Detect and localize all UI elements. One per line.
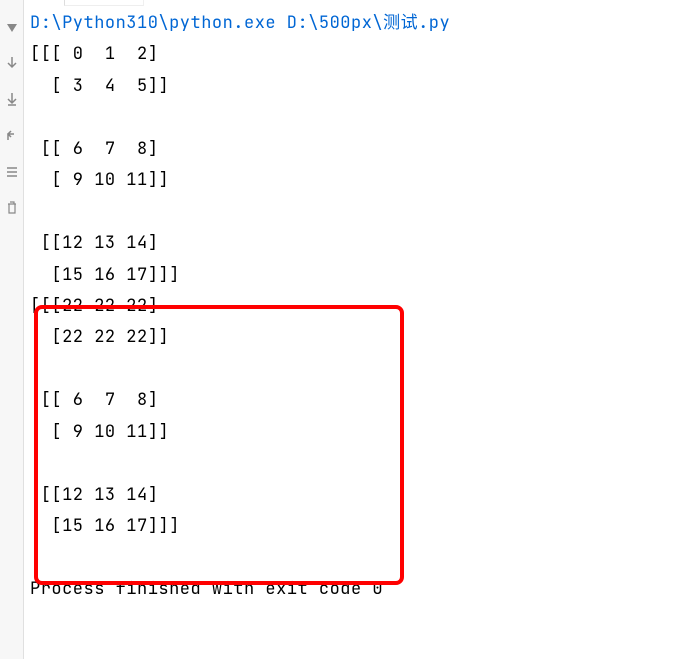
output-line (30, 102, 685, 133)
output-line: [[12 13 14] (30, 480, 685, 511)
array-output-1: [[[ 0 1 2] [ 3 4 5]] [[ 6 7 8] [ 9 10 11… (30, 39, 685, 291)
output-line (30, 354, 685, 385)
output-line: [ 9 10 11]] (30, 165, 685, 196)
scroll-end-icon[interactable] (4, 92, 20, 108)
step-down-icon[interactable] (4, 56, 20, 72)
console-output[interactable]: D:\Python310\python.exe D:\500px\测试.py [… (24, 0, 689, 659)
output-line: [15 16 17]]] (30, 511, 685, 542)
tab-indicator (64, 0, 144, 6)
output-line: [[[22 22 22] (30, 291, 685, 322)
up-icon[interactable] (4, 128, 20, 144)
exit-code-line: Process finished with exit code 0 (30, 574, 685, 605)
output-line: [[ 6 7 8] (30, 385, 685, 416)
command-line: D:\Python310\python.exe D:\500px\测试.py (30, 8, 685, 39)
wrap-icon[interactable] (4, 164, 20, 180)
output-line: [[ 6 7 8] (30, 134, 685, 165)
output-line: [ 3 4 5]] (30, 71, 685, 102)
blank-line (30, 542, 685, 573)
output-line: [22 22 22]] (30, 322, 685, 353)
trash-icon[interactable] (4, 200, 20, 216)
gutter-toolbar (0, 0, 24, 659)
output-line (30, 197, 685, 228)
output-line (30, 448, 685, 479)
output-line: [[12 13 14] (30, 228, 685, 259)
output-line: [ 9 10 11]] (30, 417, 685, 448)
rerun-icon[interactable] (4, 20, 20, 36)
output-line: [15 16 17]]] (30, 260, 685, 291)
output-line: [[[ 0 1 2] (30, 39, 685, 70)
array-output-2-highlighted: [[[22 22 22] [22 22 22]] [[ 6 7 8] [ 9 1… (30, 291, 685, 543)
